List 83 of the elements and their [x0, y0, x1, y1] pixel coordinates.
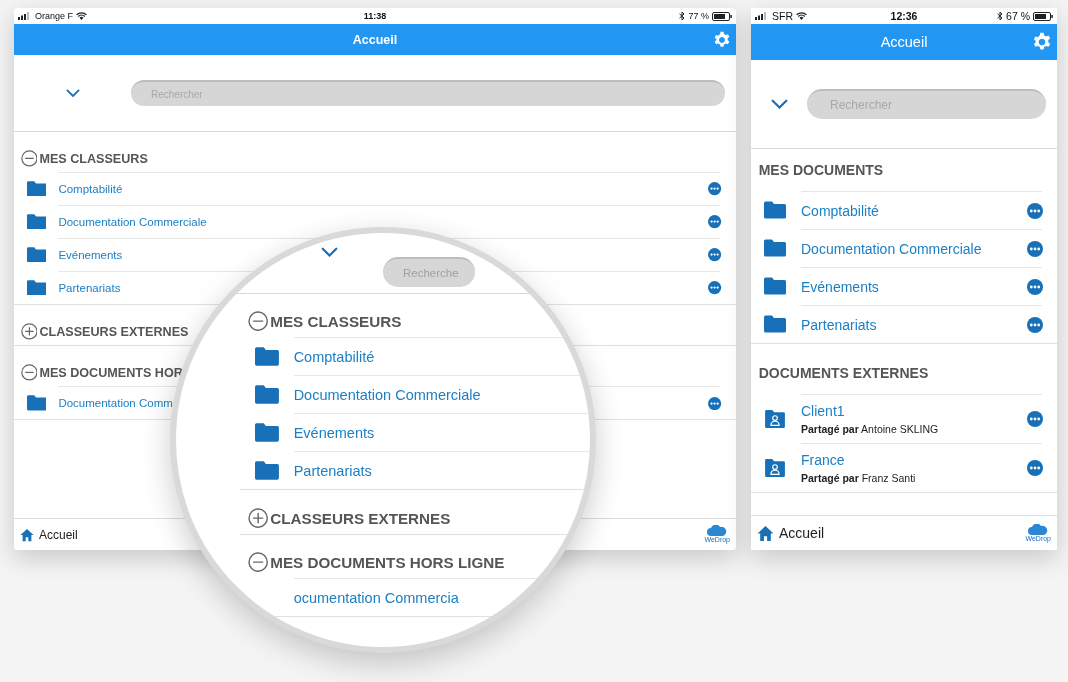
folder-name[interactable]: Evénements	[58, 249, 123, 261]
more-icon[interactable]	[708, 182, 722, 196]
folder-icon	[764, 201, 786, 219]
collapse-icon[interactable]	[247, 311, 269, 332]
section-header[interactable]: MES CLASSEURS	[39, 151, 148, 166]
folder-icon	[255, 347, 280, 366]
section-header[interactable]: MES CLASSEURS	[270, 313, 402, 331]
folder-name[interactable]: Partenariats	[801, 316, 877, 333]
folder-name[interactable]: ocumentation Commercia	[293, 589, 459, 606]
more-icon[interactable]	[708, 281, 722, 295]
battery-icon	[712, 11, 732, 21]
collapse-icon[interactable]	[20, 364, 38, 382]
battery-icon	[1033, 11, 1053, 21]
shared-by-text: Partagé par Franz Santi	[801, 472, 916, 485]
section-header[interactable]: DOCUMENTS EXTERNES	[758, 365, 929, 382]
more-icon[interactable]	[1027, 460, 1044, 477]
expand-icon[interactable]	[247, 507, 269, 529]
section-header[interactable]: MES DOCUMENTS HOR	[39, 365, 183, 380]
folder-name[interactable]: Comptabilité	[293, 349, 375, 365]
section-header[interactable]: CLASSEURS EXTERNES	[39, 324, 189, 339]
more-icon[interactable]	[1027, 202, 1044, 219]
carrier-name: SFR	[772, 10, 793, 22]
folder-name[interactable]: Documentation Comm	[58, 397, 173, 410]
folder-icon	[255, 423, 280, 442]
carrier-name: Orange F	[35, 11, 74, 21]
folder-icon	[764, 315, 786, 333]
folder-icon	[26, 246, 47, 263]
folder-icon	[26, 279, 47, 296]
folder-name[interactable]: Client1	[801, 403, 939, 420]
signal-icon	[18, 12, 32, 20]
shared-folder-icon	[764, 409, 786, 428]
tab-label[interactable]: Accueil	[39, 527, 78, 542]
wifi-icon	[796, 12, 807, 20]
signal-icon	[755, 12, 769, 20]
expand-icon[interactable]	[20, 323, 38, 341]
more-icon[interactable]	[708, 215, 722, 229]
home-icon[interactable]	[20, 527, 34, 542]
status-time: 12:36	[890, 10, 918, 22]
folder-name[interactable]: Documentation Commerciale	[293, 387, 481, 403]
settings-icon[interactable]	[713, 30, 731, 49]
section-header[interactable]: MES DOCUMENTS	[758, 162, 884, 178]
more-icon[interactable]	[708, 396, 722, 410]
tab-label[interactable]: Accueil	[779, 525, 825, 541]
folder-name[interactable]: Partenariats	[58, 282, 121, 294]
folder-name[interactable]: Comptabilité	[801, 202, 879, 219]
battery-percent: 67 %	[1006, 10, 1030, 22]
more-icon[interactable]	[1027, 411, 1044, 428]
more-icon[interactable]	[1027, 278, 1044, 295]
folder-name[interactable]: Documentation Commerciale	[58, 216, 207, 228]
folder-icon	[26, 395, 47, 411]
bluetooth-icon	[997, 11, 1004, 21]
collapse-icon[interactable]	[247, 552, 269, 573]
more-icon[interactable]	[1027, 316, 1044, 333]
chevron-down-icon[interactable]	[770, 98, 788, 110]
folder-name[interactable]: Comptabilité	[58, 183, 123, 195]
wifi-icon	[76, 12, 88, 20]
folder-icon	[764, 277, 786, 295]
folder-name[interactable]: Evénements	[293, 425, 375, 441]
more-icon[interactable]	[708, 248, 722, 262]
section-header[interactable]: CLASSEURS EXTERNES	[270, 509, 451, 527]
section-header[interactable]: MES DOCUMENTS HORS LIGNE	[270, 554, 505, 571]
collapse-icon[interactable]	[20, 150, 38, 167]
chevron-down-icon[interactable]	[65, 88, 80, 98]
shared-by-text: Partagé par Antoine SKLING	[801, 423, 939, 436]
folder-icon	[255, 461, 280, 480]
more-icon[interactable]	[1027, 240, 1044, 257]
folder-name[interactable]: Documentation Commerciale	[801, 240, 982, 257]
chevron-down-icon[interactable]	[321, 247, 338, 258]
home-icon[interactable]	[757, 524, 774, 542]
folder-name[interactable]: France	[801, 452, 916, 469]
settings-icon[interactable]	[1032, 32, 1052, 52]
nav-title: Accueil	[880, 34, 928, 50]
shared-folder-icon	[764, 458, 786, 477]
folder-icon	[255, 385, 280, 404]
folder-icon	[764, 239, 786, 257]
folder-name[interactable]: Partenariats	[293, 463, 372, 479]
folder-name[interactable]: Evénements	[801, 278, 879, 295]
bluetooth-icon	[679, 11, 686, 21]
folder-icon	[26, 180, 47, 197]
battery-percent: 77 %	[688, 11, 709, 21]
folder-icon	[26, 213, 47, 230]
nav-title: Accueil	[352, 32, 398, 47]
status-time: 11:38	[363, 11, 387, 21]
